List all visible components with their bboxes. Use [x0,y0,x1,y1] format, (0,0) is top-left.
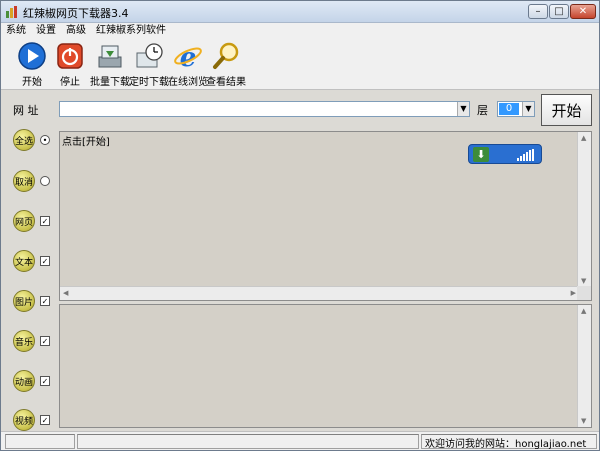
select-all-button[interactable]: 全选 [13,129,35,151]
sidebar-item-text[interactable]: 文本 ✓ [13,250,50,272]
app-window: 红辣椒网页下载器3.4 – □ ✕ 系统 设置 高级 红辣椒系列软件 开始 停止 [0,0,600,451]
status-bar: 欢迎访问我的网站：honglajiao.net [1,431,599,450]
stop-icon [57,43,83,69]
app-icon [6,6,17,18]
video-checkbox[interactable]: ✓ [40,415,50,425]
status-cell-2 [77,434,419,449]
toolbar-stop-button[interactable]: 停止 [55,41,85,88]
toolbar-stop-label: 停止 [60,77,80,88]
task-pane[interactable]: 点击[开始] ⬇ ▲ ▼ ◀ ▶ [59,131,592,301]
cancel-radio[interactable] [40,176,50,186]
minimize-icon: – [535,6,541,17]
layer-dropdown-icon: ▼ [522,102,534,116]
batch-download-icon [98,45,122,68]
toolbar-start-button[interactable]: 开始 [17,41,47,88]
scroll-corner [577,286,591,300]
scroll-left-icon: ◀ [63,289,69,297]
magnifier-icon [213,42,239,69]
start-button[interactable]: 开始 [541,94,592,126]
svg-text:e: e [180,43,197,71]
menu-settings[interactable]: 设置 [31,23,61,38]
toolbar-browse-online-label: 在线浏览 [168,77,208,88]
sidebar-item-video[interactable]: 视频 ✓ [13,409,50,431]
log-pane-vertical-scrollbar[interactable]: ▲ ▼ [577,305,591,427]
sidebar-item-animation[interactable]: 动画 ✓ [13,370,50,392]
select-all-radio[interactable]: • [40,135,50,145]
ie-browser-icon: e [174,43,202,71]
task-pane-horizontal-scrollbar[interactable]: ◀ ▶ [60,286,579,300]
address-label: 网 址 [13,104,39,117]
toolbar-browse-online-button[interactable]: e 在线浏览 [168,41,208,88]
menu-series-software[interactable]: 红辣椒系列软件 [91,23,171,38]
toolbar-scheduled-download-label: 定时下载 [129,77,169,88]
scroll-up-icon: ▲ [581,134,587,142]
layer-value: 0 [499,103,519,115]
maximize-button[interactable]: □ [549,4,569,19]
minimize-button[interactable]: – [528,4,548,19]
image-button[interactable]: 图片 [13,290,35,312]
toolbar-batch-download-label: 批量下载 [90,77,130,88]
address-input[interactable] [59,101,470,117]
toolbar-view-results-label: 查看结果 [206,77,246,88]
log-pane[interactable]: ▲ ▼ [59,304,592,428]
image-checkbox[interactable]: ✓ [40,296,50,306]
window-title: 红辣椒网页下载器3.4 [23,7,129,20]
webpage-button[interactable]: 网页 [13,210,35,232]
scroll-right-icon: ▶ [570,289,576,297]
menu-bar: 系统 设置 高级 红辣椒系列软件 [1,23,599,38]
sidebar-item-select-all[interactable]: 全选 • [13,129,50,151]
task-pane-vertical-scrollbar[interactable]: ▲ ▼ [577,132,591,287]
animation-checkbox[interactable]: ✓ [40,376,50,386]
download-arrow-icon: ⬇ [473,147,489,162]
layer-label: 层 [477,104,488,117]
toolbar-batch-download-button[interactable]: 批量下载 [90,41,130,88]
cancel-button[interactable]: 取消 [13,170,35,192]
chevron-down-icon: ▼ [460,104,467,113]
status-text: 欢迎访问我的网站：honglajiao.net [425,439,587,450]
sidebar-item-webpage[interactable]: 网页 ✓ [13,210,50,232]
toolbar-view-results-button[interactable]: 查看结果 [206,41,246,88]
sidebar-item-image[interactable]: 图片 ✓ [13,290,50,312]
toolbar-scheduled-download-button[interactable]: 定时下载 [129,41,169,88]
task-pane-hint: 点击[开始] [62,137,110,148]
scroll-down-icon: ▼ [581,417,587,425]
address-dropdown-button[interactable]: ▼ [457,102,469,116]
maximize-icon: □ [554,6,564,17]
close-button[interactable]: ✕ [570,4,596,19]
sidebar-item-cancel[interactable]: 取消 [13,170,50,192]
toolbar-start-label: 开始 [22,77,42,88]
video-button[interactable]: 视频 [13,409,35,431]
title-bar: 红辣椒网页下载器3.4 – □ ✕ [1,1,599,23]
menu-system[interactable]: 系统 [1,23,31,38]
music-checkbox[interactable]: ✓ [40,336,50,346]
text-button[interactable]: 文本 [13,250,35,272]
text-checkbox[interactable]: ✓ [40,256,50,266]
webpage-checkbox[interactable]: ✓ [40,216,50,226]
sidebar-item-music[interactable]: 音乐 ✓ [13,330,50,352]
scroll-down-icon: ▼ [581,277,587,285]
toolbar: 开始 停止 批量下载 定时下载 e 在线浏览 查看结果 [1,38,599,90]
layer-select[interactable]: 0 ▼ [497,101,535,117]
scroll-up-icon: ▲ [581,307,587,315]
play-icon [18,42,46,70]
status-cell-1 [5,434,75,449]
signal-bars-icon [517,149,537,161]
music-button[interactable]: 音乐 [13,330,35,352]
clock-icon [136,43,163,68]
animation-button[interactable]: 动画 [13,370,35,392]
speed-widget: ⬇ [468,144,542,164]
close-icon: ✕ [578,6,588,17]
menu-advanced[interactable]: 高级 [61,23,91,38]
